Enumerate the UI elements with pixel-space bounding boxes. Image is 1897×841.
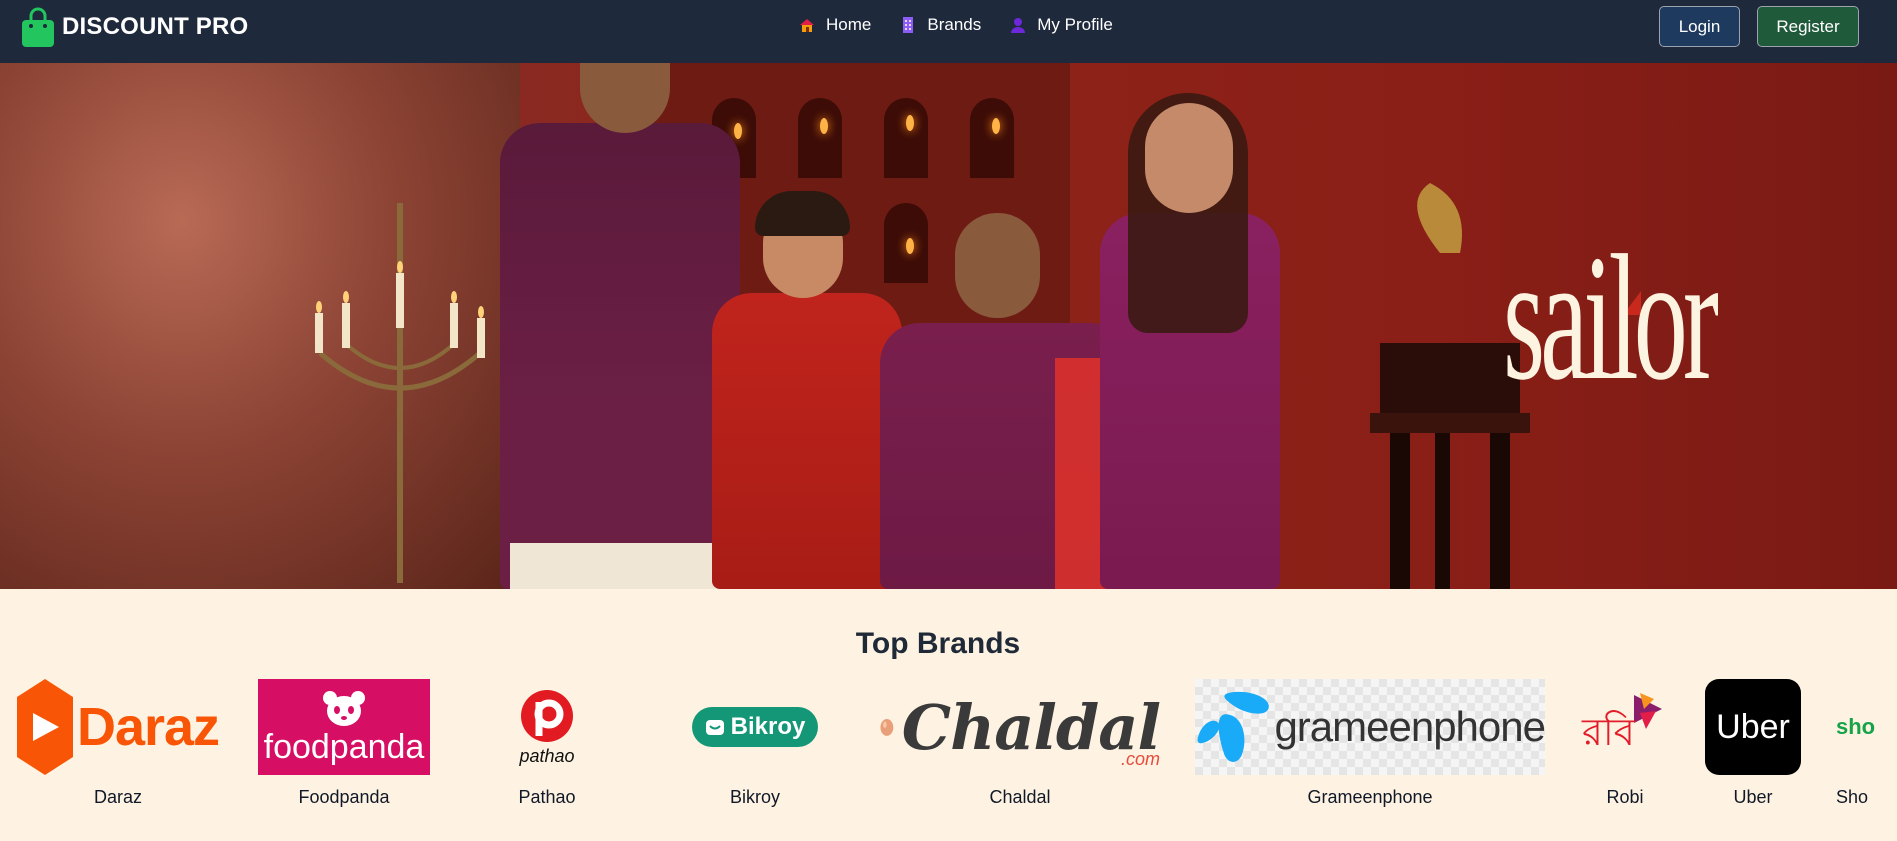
brand-card-sho[interactable]: sho Sho: [1832, 679, 1897, 808]
sailor-logo: sailor: [1503, 218, 1719, 417]
robi-logo: রবি: [1580, 679, 1670, 775]
arch-niche: [970, 98, 1014, 178]
brand-card-chaldal[interactable]: Chaldal .com Chaldal: [880, 679, 1160, 808]
brand-name: Pathao: [518, 787, 576, 807]
grameenphone-logo-text: grameenphone: [1274, 703, 1545, 750]
pathao-mark-icon: [521, 689, 573, 742]
brand-card-bikroy[interactable]: Bikroy Bikroy: [690, 679, 820, 808]
uber-logo-text: Uber: [1716, 707, 1790, 746]
daraz-logo-text: Daraz: [76, 697, 220, 757]
foodpanda-logo-text: foodpanda: [263, 728, 425, 766]
bikroy-logo: Bikroy: [692, 707, 818, 747]
grameenphone-logo: grameenphone: [1195, 679, 1545, 775]
nav-brands-label: Brands: [927, 15, 982, 34]
candle-flame: [734, 123, 742, 139]
sho-logo: sho: [1832, 679, 1897, 775]
brand-name: Foodpanda: [298, 787, 390, 807]
brand-card-robi[interactable]: রবি Robi: [1580, 679, 1670, 808]
brand-card-foodpanda[interactable]: foodpanda Foodpanda: [258, 679, 430, 808]
candelabra-image: [315, 203, 485, 583]
nav-my-profile[interactable]: My Profile: [1009, 15, 1113, 35]
candle-flame: [992, 118, 1000, 134]
bikroy-logo-wrap: Bikroy: [690, 679, 820, 775]
chaldal-logo: Chaldal .com: [880, 679, 1160, 775]
top-brands-title: Top Brands: [855, 627, 1021, 660]
nav-home[interactable]: Home: [798, 15, 871, 35]
brand-name: Bikroy: [729, 787, 780, 807]
robi-mark-icon: [1634, 693, 1662, 729]
brand-card-daraz[interactable]: Daraz Daraz: [8, 679, 228, 808]
foodpanda-logo: foodpanda: [258, 679, 430, 775]
user-icon: [1011, 18, 1026, 33]
login-button[interactable]: Login: [1659, 6, 1740, 47]
house-icon: [800, 19, 814, 32]
pathao-logo-text: pathao: [519, 745, 575, 766]
nav-my-profile-label: My Profile: [1037, 15, 1113, 34]
arch-niche: [884, 98, 928, 178]
daraz-logo: Daraz: [8, 679, 228, 775]
chaldal-logo-sub: .com: [1120, 748, 1160, 769]
pathao-logo: pathao: [497, 679, 597, 775]
boy-figure: [712, 293, 902, 589]
site-title: DISCOUNT PRO: [62, 13, 249, 40]
uber-logo: Uber: [1705, 679, 1801, 775]
brand-card-pathao[interactable]: pathao Pathao: [497, 679, 597, 808]
nav-brands[interactable]: Brands: [899, 15, 981, 35]
brand-name: Sho: [1836, 787, 1869, 807]
girl-face-front: [1145, 103, 1233, 213]
bikroy-bag-icon: [705, 720, 724, 735]
daraz-mark-icon: [16, 679, 73, 775]
bikroy-logo-text: Bikroy: [730, 713, 806, 740]
brand-card-uber[interactable]: Uber Uber: [1705, 679, 1801, 808]
candle-flame: [906, 115, 914, 131]
robi-logo-text: রবি: [1582, 710, 1635, 754]
telenor-mark-icon: [1197, 691, 1269, 762]
building-icon: [903, 17, 914, 33]
chaldal-wordmark: Chaldal .com: [902, 691, 1160, 769]
brand-name: Daraz: [93, 787, 142, 807]
sho-logo-text: sho: [1836, 714, 1876, 739]
panda-icon: [323, 691, 365, 726]
man-figure: [500, 123, 740, 589]
man-trousers: [510, 543, 730, 589]
brand-name: Chaldal: [989, 787, 1051, 807]
main-nav: Home Brands My Profile: [798, 15, 1113, 35]
boy-hair: [755, 191, 850, 236]
site-brand[interactable]: DISCOUNT PRO: [20, 7, 248, 47]
woman-face: [955, 213, 1040, 318]
nav-home-label: Home: [826, 15, 872, 34]
navbar: DISCOUNT PRO Home Brands My Profile Logi…: [0, 0, 1897, 63]
brand-name: Grameenphone: [1307, 787, 1433, 807]
brand-card-grameenphone[interactable]: grameenphone Grameenphone: [1195, 679, 1545, 808]
hero-banner[interactable]: sailor: [0, 63, 1897, 589]
register-button[interactable]: Register: [1757, 6, 1859, 47]
candle-flame: [906, 238, 914, 254]
brand-name: Robi: [1606, 787, 1644, 807]
shopping-bag-icon: [22, 7, 54, 47]
candle-flame: [820, 118, 828, 134]
brand-name: Uber: [1733, 787, 1773, 807]
arch-niche: [798, 98, 842, 178]
egg-icon: [880, 719, 894, 736]
